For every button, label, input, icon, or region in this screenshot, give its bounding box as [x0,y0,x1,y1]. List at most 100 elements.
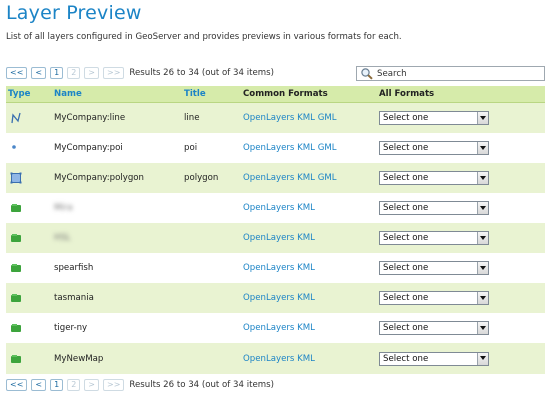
layer-title [182,283,241,313]
format-select-value: Select one [383,113,429,123]
openlayers-link[interactable]: OpenLayers [243,293,294,303]
table-row: Mira OpenLayers KML Select one [6,193,545,223]
pager-prev-button[interactable]: < [31,379,47,391]
pager-last-button[interactable]: >> [103,379,125,391]
pager-next-button[interactable]: > [84,67,99,79]
table-row: MyCompany:poi poi OpenLayers KML GML Sel… [6,133,545,163]
pager-prev-button[interactable]: < [31,67,47,79]
openlayers-link[interactable]: OpenLayers [243,173,294,183]
openlayers-link[interactable]: OpenLayers [243,203,294,213]
format-select-value: Select one [383,323,429,333]
openlayers-link[interactable]: OpenLayers [243,354,294,364]
chevron-down-icon [477,202,488,214]
format-select[interactable]: Select one [379,261,489,275]
format-select-value: Select one [383,203,429,213]
layer-name: MyCompany:polygon [52,163,182,193]
openlayers-link[interactable]: OpenLayers [243,323,294,333]
layer-title [182,223,241,253]
common-formats-cell: OpenLayers KML [241,253,377,283]
type-cell [6,283,52,313]
all-formats-cell: Select one [377,102,545,133]
pager-page-2-button[interactable]: 2 [67,379,81,391]
table-row: tiger-ny OpenLayers KML Select one [6,313,545,343]
type-cell [6,223,52,253]
kml-link[interactable]: KML [297,113,315,123]
format-select[interactable]: Select one [379,231,489,245]
pager-summary: Results 26 to 34 (out of 34 items) [129,380,274,390]
kml-link[interactable]: KML [297,233,315,243]
format-select[interactable]: Select one [379,351,489,366]
openlayers-link[interactable]: OpenLayers [243,263,294,273]
gml-link[interactable]: GML [318,143,337,153]
format-select[interactable]: Select one [379,111,489,125]
table-row: MyCompany:line line OpenLayers KML GML S… [6,102,545,133]
column-header-name[interactable]: Name [52,86,182,103]
pager-page-1-button[interactable]: 1 [50,379,64,391]
format-select[interactable]: Select one [379,141,489,155]
chevron-down-icon [477,262,488,274]
layer-title: polygon [182,163,241,193]
chevron-down-icon [477,232,488,244]
type-cell [6,313,52,343]
layers-table: Type Name Title Common Formats All Forma… [6,86,545,374]
pager-next-button[interactable]: > [84,379,99,391]
layer-name: MyNewMap [52,343,182,374]
type-cell [6,133,52,163]
pager-top: << < 1 2 > >> Results 26 to 34 (out of 3… [6,66,274,80]
search-box [356,66,545,81]
common-formats-cell: OpenLayers KML [241,313,377,343]
chevron-down-icon [477,322,488,334]
common-formats-cell: OpenLayers KML GML [241,133,377,163]
layer-name: MyCompany:line [52,102,182,133]
format-select[interactable]: Select one [379,321,489,335]
kml-link[interactable]: KML [297,143,315,153]
format-select[interactable]: Select one [379,201,489,215]
table-header-row: Type Name Title Common Formats All Forma… [6,86,545,103]
layer-group-icon [11,204,21,212]
table-row: HSL OpenLayers KML Select one [6,223,545,253]
search-input[interactable] [374,67,537,80]
format-select[interactable]: Select one [379,171,489,185]
openlayers-link[interactable]: OpenLayers [243,143,294,153]
all-formats-cell: Select one [377,193,545,223]
page-description: List of all layers configured in GeoServ… [6,32,402,42]
kml-link[interactable]: KML [297,203,315,213]
layer-title: line [182,102,241,133]
table-row: MyNewMap OpenLayers KML Select one [6,343,545,374]
pager-first-button[interactable]: << [6,67,28,79]
gml-link[interactable]: GML [318,173,337,183]
common-formats-cell: OpenLayers KML [241,223,377,253]
type-cell [6,253,52,283]
pager-summary: Results 26 to 34 (out of 34 items) [129,68,274,78]
format-select-value: Select one [383,353,429,364]
format-select[interactable]: Select one [379,291,489,305]
kml-link[interactable]: KML [297,354,315,364]
kml-link[interactable]: KML [297,323,315,333]
kml-link[interactable]: KML [297,263,315,273]
layer-group-icon [11,294,21,302]
kml-link[interactable]: KML [297,173,315,183]
layer-name: spearfish [52,253,182,283]
table-row: spearfish OpenLayers KML Select one [6,253,545,283]
pager-first-button[interactable]: << [6,379,28,391]
blurred-layer-name: Mira [54,203,73,213]
pager-last-button[interactable]: >> [103,67,125,79]
gml-link[interactable]: GML [318,113,337,123]
openlayers-link[interactable]: OpenLayers [243,113,294,123]
chevron-down-icon [477,142,488,154]
page-title: Layer Preview [6,2,142,24]
all-formats-cell: Select one [377,313,545,343]
chevron-down-icon [477,352,488,365]
column-header-title[interactable]: Title [182,86,241,103]
layer-group-icon [11,234,21,242]
common-formats-cell: OpenLayers KML [241,283,377,313]
column-header-type[interactable]: Type [6,86,52,103]
pager-page-1-button[interactable]: 1 [50,67,64,79]
layer-title [182,313,241,343]
type-cell [6,163,52,193]
kml-link[interactable]: KML [297,293,315,303]
openlayers-link[interactable]: OpenLayers [243,233,294,243]
line-icon [11,112,21,124]
layer-name: tiger-ny [52,313,182,343]
pager-page-2-button[interactable]: 2 [67,67,81,79]
